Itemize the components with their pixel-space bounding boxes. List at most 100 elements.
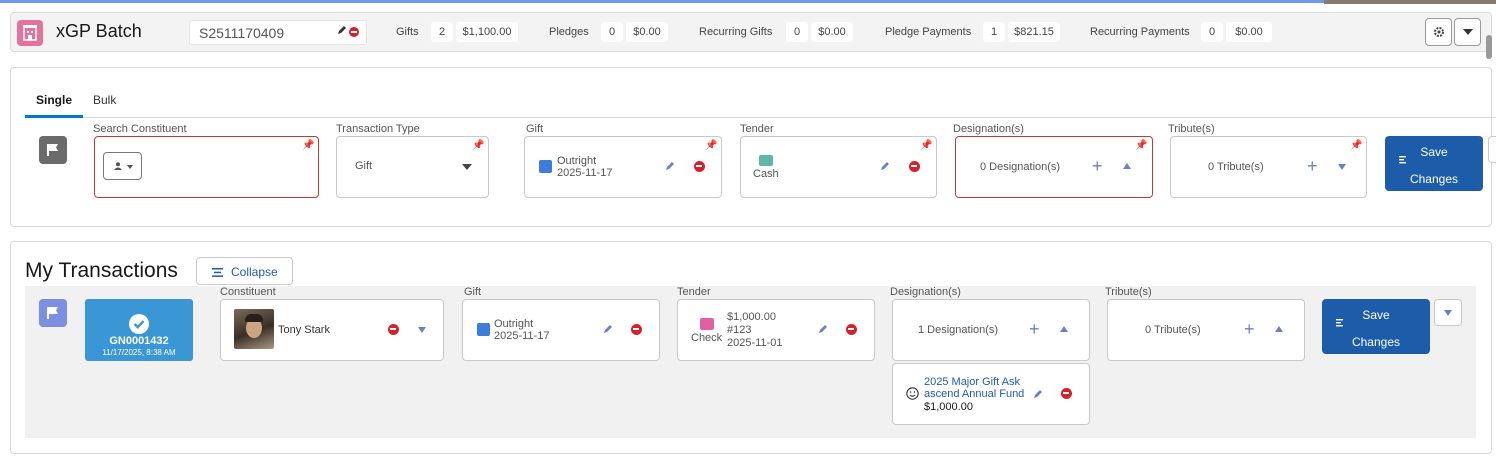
save-changes-button[interactable]: Save Changes xyxy=(1385,136,1483,191)
pin-icon[interactable]: 📌 xyxy=(472,140,484,151)
designation-name-link[interactable]: 2025 Major Gift Ask xyxy=(924,376,1024,388)
pin-icon[interactable]: 📌 xyxy=(920,140,932,151)
tribute-value: 0 Tribute(s) xyxy=(1145,324,1201,336)
cash-icon xyxy=(759,155,773,166)
chevron-down-icon[interactable] xyxy=(462,164,472,170)
check-circle-icon xyxy=(129,314,149,334)
scrollbar[interactable] xyxy=(1486,35,1492,59)
collapse-button[interactable]: Collapse xyxy=(196,257,293,285)
check-payment-icon xyxy=(700,318,714,330)
tribute-label: Tribute(s) xyxy=(1105,286,1152,298)
top-right-thumbnail-strip xyxy=(1324,0,1496,4)
search-constituent-label: Search Constituent xyxy=(93,123,187,135)
transaction-type-label: Transaction Type xyxy=(336,123,420,135)
stat-pledges-count: 0 xyxy=(601,22,623,42)
stat-recurring-gifts-amount: $0.00 xyxy=(811,22,853,42)
designation-amount: $1,000.00 xyxy=(924,401,973,413)
designations-label: Designation(s) xyxy=(890,286,961,298)
collapse-icon xyxy=(212,268,223,277)
save-label: Save xyxy=(1420,145,1448,159)
settings-button[interactable] xyxy=(1425,18,1452,46)
tribute-label: Tribute(s) xyxy=(1168,123,1215,135)
stat-recurring-gifts-label: Recurring Gifts xyxy=(699,26,773,38)
constituent-type-selector[interactable] xyxy=(103,152,142,180)
edit-pencil-icon[interactable] xyxy=(818,324,828,334)
batch-remove-icon[interactable] xyxy=(349,27,359,37)
gift-date: 2025-11-17 xyxy=(494,330,550,342)
chevron-up-icon[interactable] xyxy=(1123,163,1131,169)
batch-app-icon xyxy=(17,20,43,46)
gift-field[interactable] xyxy=(524,136,722,198)
gift-type-icon xyxy=(539,160,552,173)
constituent-label: Constituent xyxy=(220,286,276,298)
tender-label: Tender xyxy=(677,286,711,298)
stat-gifts-amount: $1,100.00 xyxy=(456,22,518,42)
changes-label: Changes xyxy=(1409,172,1459,186)
batch-header: xGP Batch S2511170409 Gifts 2 $1,100.00 … xyxy=(10,12,1492,52)
pin-icon[interactable]: 📌 xyxy=(705,140,717,151)
designations-label: Designation(s) xyxy=(953,123,1024,135)
add-designation-icon[interactable]: + xyxy=(1092,157,1103,175)
pin-icon[interactable]: 📌 xyxy=(1135,140,1147,151)
pin-icon[interactable]: 📌 xyxy=(1350,140,1362,151)
stat-recurring-gifts-count: 0 xyxy=(786,22,808,42)
save-options-button[interactable] xyxy=(1488,136,1496,163)
top-accent-line xyxy=(0,0,1496,3)
save-changes-button[interactable]: Save Changes xyxy=(1322,299,1430,354)
gift-label: Gift xyxy=(464,286,482,298)
header-menu-button[interactable] xyxy=(1454,18,1481,46)
stat-gifts-label: Gifts xyxy=(396,26,419,38)
edit-pencil-icon[interactable] xyxy=(1033,389,1043,399)
tab-active-indicator xyxy=(25,115,83,118)
gift-type-icon xyxy=(477,323,490,336)
remove-icon[interactable] xyxy=(388,324,399,335)
edit-pencil-icon[interactable] xyxy=(880,161,890,171)
designations-value: 1 Designation(s) xyxy=(918,324,999,336)
remove-icon[interactable] xyxy=(909,161,920,172)
stat-pledge-payments-amount: $821.15 xyxy=(1008,22,1060,42)
remove-icon[interactable] xyxy=(694,161,705,172)
tribute-value: 0 Tribute(s) xyxy=(1208,161,1264,173)
tender-field[interactable] xyxy=(740,136,937,198)
person-icon xyxy=(114,162,122,170)
tender-reference: #123 xyxy=(727,324,752,336)
chevron-down-icon[interactable] xyxy=(418,327,426,333)
gift-number-badge[interactable]: GN0001432 11/17/2025, 8:38 AM xyxy=(85,299,193,361)
add-tribute-icon[interactable]: + xyxy=(1244,320,1255,338)
tender-amount: $1,000.00 xyxy=(727,311,776,323)
stat-pledges-label: Pledges xyxy=(549,26,589,38)
my-transactions-title: My Transactions xyxy=(25,259,178,282)
flag-icon[interactable] xyxy=(39,136,67,164)
chevron-up-icon[interactable] xyxy=(1060,326,1068,332)
tab-single[interactable]: Single xyxy=(36,93,72,107)
chevron-up-icon[interactable] xyxy=(1275,326,1283,332)
remove-icon[interactable] xyxy=(1061,388,1072,399)
chevron-down-icon xyxy=(1462,29,1473,35)
changes-label: Changes xyxy=(1351,335,1401,349)
gift-label: Gift xyxy=(526,123,544,135)
gift-number: GN0001432 xyxy=(109,335,169,347)
tender-value: Cash xyxy=(753,168,779,180)
chevron-down-icon[interactable] xyxy=(1338,164,1346,170)
designation-fund-link[interactable]: ascend Annual Fund xyxy=(924,388,1024,400)
app-title: xGP Batch xyxy=(56,21,142,41)
chevron-down-icon xyxy=(127,165,133,169)
stat-pledge-payments-count: 1 xyxy=(983,22,1005,42)
edit-pencil-icon[interactable] xyxy=(603,324,613,334)
gift-date: 2025-11-17 xyxy=(557,167,613,179)
edit-pencil-icon[interactable] xyxy=(665,161,675,171)
row-options-button[interactable] xyxy=(1434,299,1462,326)
stat-pledge-payments-label: Pledge Payments xyxy=(885,26,972,38)
designations-value: 0 Designation(s) xyxy=(980,161,1061,173)
pin-icon[interactable]: 📌 xyxy=(302,140,314,151)
transaction-type-value: Gift xyxy=(355,160,373,172)
remove-icon[interactable] xyxy=(631,324,642,335)
edit-pencil-icon[interactable] xyxy=(337,25,347,35)
flag-icon[interactable] xyxy=(39,299,67,327)
tab-divider xyxy=(25,117,1496,118)
add-tribute-icon[interactable]: + xyxy=(1307,157,1318,175)
gift-timestamp: 11/17/2025, 8:38 AM xyxy=(102,348,176,357)
tab-bulk[interactable]: Bulk xyxy=(93,93,116,107)
add-designation-icon[interactable]: + xyxy=(1029,320,1040,338)
remove-icon[interactable] xyxy=(846,324,857,335)
